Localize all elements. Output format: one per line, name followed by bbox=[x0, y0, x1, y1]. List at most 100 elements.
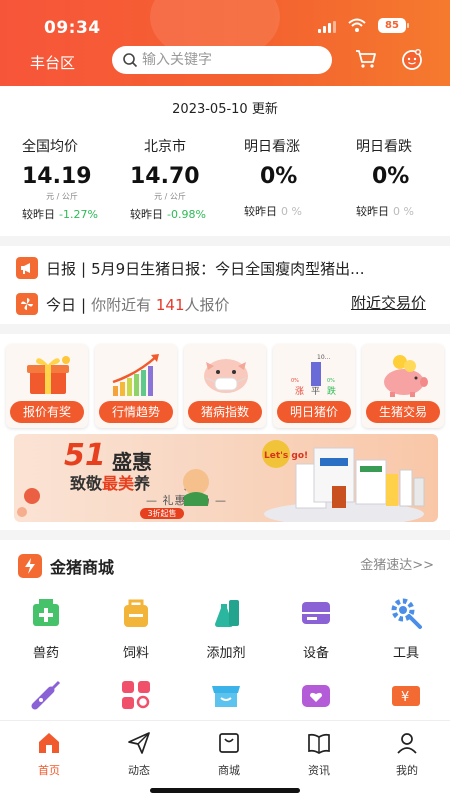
category-vet-medicine[interactable]: 兽药 bbox=[6, 596, 86, 661]
price-unit: 元 / 公斤 bbox=[154, 192, 186, 201]
search-icon bbox=[123, 53, 138, 68]
banner-artwork: Let's go! bbox=[17, 440, 425, 522]
book-icon bbox=[308, 733, 330, 754]
promo-banner[interactable]: 51 盛惠 致敬最美养人 — 礼惠全场 — 3折起售 Let's go! bbox=[14, 434, 438, 522]
forecast-pct-right: 0% bbox=[327, 378, 335, 384]
forecast-label: 明日看涨 bbox=[244, 139, 300, 155]
category-extra-4[interactable] bbox=[276, 678, 356, 716]
category-extra-5[interactable]: ¥ bbox=[366, 678, 446, 716]
category-label: 工具 bbox=[392, 646, 419, 661]
cart-icon[interactable] bbox=[355, 48, 377, 70]
syringe-icon bbox=[31, 680, 61, 710]
price-panel: 2023-05-10 更新 全国均价 14.19 元 / 公斤 较昨日 -1.27… bbox=[0, 86, 450, 236]
price-beijing[interactable]: 北京市 14.70 元 / 公斤 较昨日 -0.98% bbox=[130, 136, 242, 222]
feature-disease-index[interactable]: 猪病指数 bbox=[184, 344, 266, 428]
mall-express-link[interactable]: 金猪速达>> bbox=[360, 554, 434, 573]
gift-icon bbox=[27, 356, 70, 394]
category-label: 设备 bbox=[302, 646, 329, 661]
feature-quote-reward[interactable]: 报价有奖 bbox=[6, 344, 88, 428]
forecast-value: 0% bbox=[260, 164, 298, 189]
signal-icon bbox=[318, 21, 338, 33]
nav-home[interactable]: 首页 bbox=[14, 731, 84, 778]
mall-title: 金猪商城 bbox=[50, 558, 115, 577]
feature-market-trend[interactable]: 行情趋势 bbox=[95, 344, 177, 428]
price-national[interactable]: 全国均价 14.19 元 / 公斤 较昨日 -1.27% bbox=[22, 136, 134, 222]
category-extra-2[interactable] bbox=[96, 678, 176, 716]
category-feed[interactable]: 饲料 bbox=[96, 596, 176, 661]
forecast-label: 明日看跌 bbox=[356, 139, 412, 155]
heart-box-icon bbox=[302, 685, 330, 707]
feature-label: 行情趋势 bbox=[99, 401, 173, 423]
nav-news[interactable]: 资讯 bbox=[284, 731, 354, 778]
today-prefix: 你附近有 bbox=[91, 295, 152, 314]
feature-label: 猪病指数 bbox=[188, 401, 262, 423]
feature-label: 生猪交易 bbox=[366, 401, 440, 423]
banner-badge: Let's go! bbox=[264, 451, 308, 461]
nearby-price-link[interactable]: 附近交易价 bbox=[351, 292, 426, 313]
news-panel: 日报 | 5月9日生猪日报：今日全国瘦肉型猪出... 今日 | 你附近有 141人报价 … bbox=[0, 246, 450, 324]
price-unit: 元 / 公斤 bbox=[46, 192, 78, 201]
location-selector[interactable]: 丰台区 bbox=[30, 52, 75, 73]
nav-mall[interactable]: 商城 bbox=[194, 731, 264, 778]
category-label: 兽药 bbox=[32, 646, 59, 661]
today-quotes-row[interactable]: 今日 | 你附近有 141人报价 bbox=[16, 292, 230, 316]
price-change: -1.27% bbox=[59, 208, 98, 221]
user-icon bbox=[397, 733, 417, 754]
nav-feed[interactable]: 动态 bbox=[104, 731, 174, 778]
bar-chart-icon bbox=[112, 354, 159, 396]
category-additive[interactable]: 添加剂 bbox=[186, 596, 266, 661]
status-time: 09:34 bbox=[44, 18, 101, 38]
compare-label: 较昨日 bbox=[356, 205, 389, 218]
pig-icon bbox=[204, 359, 248, 393]
price-value: 14.19 bbox=[22, 164, 92, 189]
device-icon bbox=[302, 602, 330, 624]
message-icon[interactable] bbox=[400, 47, 424, 71]
category-label: 添加剂 bbox=[206, 646, 246, 661]
feature-pig-trade[interactable]: 生猪交易 bbox=[362, 344, 444, 428]
battery-indicator: 85 bbox=[378, 18, 409, 33]
nav-label: 商城 bbox=[218, 764, 240, 777]
compare-label: 较昨日 bbox=[22, 208, 55, 221]
piggy-bank-icon bbox=[384, 355, 428, 397]
category-extra-1[interactable] bbox=[6, 678, 86, 716]
category-extra-3[interactable] bbox=[186, 678, 266, 716]
category-label: 饲料 bbox=[122, 646, 149, 661]
mall-section: 金猪商城 金猪速达>> 兽药 饲料 添加剂 设备 工具 ¥ bbox=[0, 540, 450, 720]
price-label: 全国均价 bbox=[22, 139, 78, 155]
forecast-rise[interactable]: 明日看涨 0% 较昨日 0 % bbox=[244, 136, 356, 219]
shop-bag-icon bbox=[219, 733, 239, 753]
category-equipment[interactable]: 设备 bbox=[276, 596, 356, 661]
megaphone-icon bbox=[16, 257, 38, 279]
wifi-icon bbox=[348, 18, 366, 32]
feed-bag-icon bbox=[124, 599, 148, 627]
send-icon bbox=[128, 732, 150, 754]
category-tools[interactable]: 工具 bbox=[366, 596, 446, 661]
medicine-box-icon bbox=[33, 599, 59, 626]
daily-report-row[interactable]: 日报 | 5月9日生猪日报：今日全国瘦肉型猪出... bbox=[16, 256, 364, 280]
daily-tag: 日报 bbox=[46, 259, 77, 278]
today-suffix: 人报价 bbox=[184, 295, 230, 314]
forecast-top-text: 10... bbox=[317, 354, 330, 361]
compare-label: 较昨日 bbox=[244, 205, 277, 218]
feature-tomorrow-price[interactable]: 10... 0% 0% 涨 平 跌 明日猪价 bbox=[273, 344, 355, 428]
price-change: -0.98% bbox=[167, 208, 206, 221]
forecast-rise-label: 涨 bbox=[295, 386, 304, 397]
update-date: 2023-05-10 更新 bbox=[172, 102, 278, 117]
coupon-yen-icon: ¥ bbox=[392, 686, 420, 706]
home-icon bbox=[39, 733, 59, 753]
svg-text:¥: ¥ bbox=[401, 690, 409, 705]
search-bar[interactable] bbox=[112, 46, 332, 74]
home-indicator bbox=[150, 788, 300, 793]
forecast-change: 0 % bbox=[281, 205, 302, 218]
nav-label: 首页 bbox=[38, 764, 60, 777]
forecast-value: 0% bbox=[372, 164, 410, 189]
feature-label: 报价有奖 bbox=[10, 401, 84, 423]
nav-profile[interactable]: 我的 bbox=[372, 731, 442, 778]
forecast-flat-label: 平 bbox=[311, 386, 320, 397]
forecast-fall[interactable]: 明日看跌 0% 较昨日 0 % bbox=[356, 136, 450, 219]
feature-section: 报价有奖 行情趋势 猪病指数 10... 0% 0% 涨 平 跌 明日猪价 生猪… bbox=[0, 334, 450, 530]
search-input[interactable] bbox=[142, 52, 322, 68]
mall-header: 金猪商城 bbox=[18, 554, 114, 578]
daily-headline: 5月9日生猪日报：今日全国瘦肉型猪出... bbox=[91, 259, 365, 278]
today-tag: 今日 bbox=[46, 295, 77, 314]
